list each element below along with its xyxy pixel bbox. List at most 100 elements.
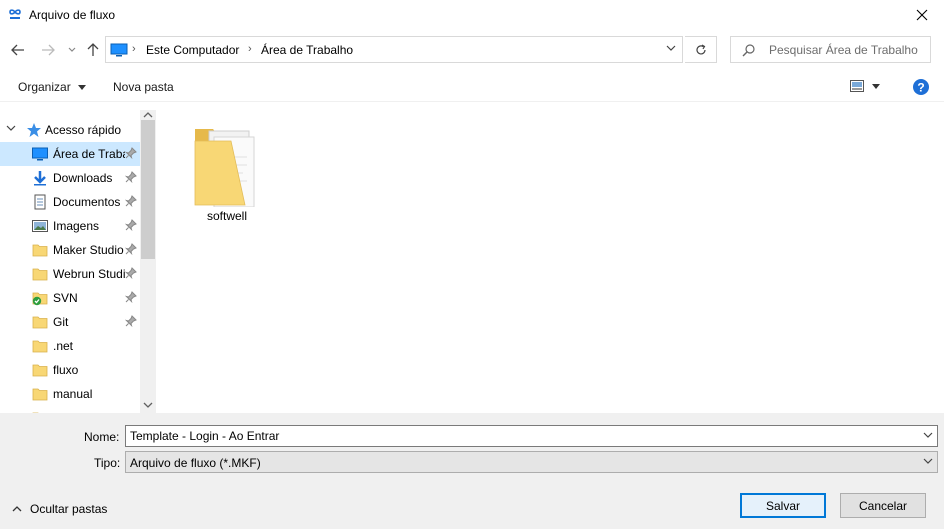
arrow-up-icon bbox=[87, 43, 99, 56]
caret-down-icon bbox=[78, 85, 87, 91]
caret-down-icon bbox=[872, 83, 880, 89]
sidebar-item-webrun-studio[interactable]: Webrun Studio bbox=[0, 262, 140, 286]
forward-button[interactable] bbox=[38, 40, 58, 60]
sidebar-item-pictures[interactable]: Imagens bbox=[0, 214, 140, 238]
title-bar: Arquivo de fluxo bbox=[0, 0, 944, 30]
computer-icon bbox=[110, 43, 128, 57]
view-preview-icon bbox=[850, 80, 864, 92]
folder-icon bbox=[194, 129, 255, 208]
sidebar-item-label: Maker Studio bbox=[53, 243, 124, 257]
new-folder-button[interactable]: Nova pasta bbox=[113, 80, 174, 94]
sidebar-item-dotnet[interactable]: .net bbox=[0, 334, 140, 358]
sidebar-item-label: Git bbox=[53, 315, 69, 329]
hide-folders-label: Ocultar pastas bbox=[30, 502, 108, 516]
folder-icon bbox=[32, 340, 48, 353]
file-name-input[interactable] bbox=[130, 428, 910, 444]
scroll-up-icon[interactable] bbox=[143, 110, 153, 120]
chevron-down-icon bbox=[68, 47, 76, 52]
recent-locations-button[interactable] bbox=[62, 40, 82, 60]
breadcrumb-separator: › bbox=[132, 43, 136, 55]
search-input[interactable] bbox=[769, 41, 929, 59]
name-label: Nome: bbox=[84, 430, 120, 444]
file-name-combobox[interactable] bbox=[125, 425, 938, 447]
sidebar-item-svn[interactable]: SVN bbox=[0, 286, 140, 310]
pin-icon[interactable] bbox=[125, 243, 137, 255]
sidebar-item-git[interactable]: Git bbox=[0, 310, 140, 334]
window-title: Arquivo de fluxo bbox=[29, 8, 116, 22]
sidebar-item-desktop[interactable]: Área de Trabalho bbox=[0, 142, 140, 166]
search-box[interactable] bbox=[730, 36, 931, 63]
folder-icon bbox=[32, 316, 48, 329]
refresh-icon bbox=[695, 43, 706, 54]
breadcrumb-desktop[interactable]: Área de Trabalho bbox=[261, 43, 353, 57]
sidebar-item-manual[interactable]: manual bbox=[0, 382, 140, 406]
sidebar-item-downloads[interactable]: Downloads bbox=[0, 166, 140, 190]
organize-label: Organizar bbox=[18, 80, 71, 94]
maker-app-icon bbox=[9, 9, 21, 19]
sidebar-item-label: Documentos bbox=[53, 195, 121, 209]
chevron-down-icon[interactable] bbox=[6, 124, 16, 132]
documents-icon bbox=[34, 194, 46, 210]
help-icon[interactable]: ? bbox=[912, 78, 930, 96]
pictures-icon bbox=[32, 220, 48, 232]
close-icon bbox=[916, 9, 928, 21]
sidebar-item-label: fluxo bbox=[53, 363, 79, 377]
pin-icon[interactable] bbox=[125, 171, 137, 183]
svg-text:?: ? bbox=[917, 81, 924, 95]
file-list[interactable]: softwell bbox=[157, 103, 944, 413]
breadcrumb-separator: › bbox=[248, 43, 252, 55]
file-item-softwell[interactable]: softwell bbox=[187, 117, 267, 227]
chevron-up-icon bbox=[12, 506, 22, 512]
pin-icon[interactable] bbox=[125, 147, 137, 159]
save-button[interactable]: Salvar bbox=[740, 493, 826, 518]
pin-icon[interactable] bbox=[125, 315, 137, 327]
sidebar-item-label: Imagens bbox=[53, 219, 100, 233]
sidebar-item-label: SVN bbox=[53, 291, 78, 305]
file-name-label: softwell bbox=[206, 209, 247, 223]
sidebar-scrollbar[interactable] bbox=[140, 110, 156, 413]
sidebar-item-label: Downloads bbox=[53, 171, 113, 185]
pin-icon[interactable] bbox=[125, 219, 137, 231]
type-label: Tipo: bbox=[94, 456, 121, 470]
sidebar-item-label: Área de Trabalho bbox=[53, 147, 125, 161]
navigation-pane: Acesso rápido Área de Trabalho Downloads… bbox=[0, 110, 156, 413]
refresh-button[interactable] bbox=[685, 36, 717, 63]
close-button[interactable] bbox=[900, 0, 944, 30]
breadcrumb-this-pc[interactable]: Este Computador bbox=[146, 43, 239, 57]
change-view-button[interactable] bbox=[850, 80, 880, 92]
save-options-panel: Nome: Tipo: Arquivo de fluxo (*.MKF) Ocu… bbox=[0, 413, 944, 529]
search-icon bbox=[742, 44, 755, 57]
cancel-button[interactable]: Cancelar bbox=[840, 493, 926, 518]
organize-menu[interactable]: Organizar bbox=[18, 80, 87, 94]
chevron-down-icon[interactable] bbox=[666, 44, 676, 52]
address-bar[interactable]: › Este Computador › Área de Trabalho bbox=[105, 36, 683, 63]
hide-folders-toggle[interactable]: Ocultar pastas bbox=[12, 502, 107, 516]
sidebar-item-maker-studio[interactable]: Maker Studio bbox=[0, 238, 140, 262]
scrollbar-thumb[interactable] bbox=[141, 120, 155, 259]
pin-icon[interactable] bbox=[125, 267, 137, 279]
sidebar-item-label: manual bbox=[53, 387, 93, 401]
file-type-select[interactable]: Arquivo de fluxo (*.MKF) bbox=[125, 451, 938, 473]
up-button[interactable] bbox=[83, 40, 103, 60]
desktop-icon bbox=[32, 147, 48, 161]
pin-icon[interactable] bbox=[125, 195, 137, 207]
file-type-value: Arquivo de fluxo (*.MKF) bbox=[130, 456, 261, 470]
back-button[interactable] bbox=[8, 40, 28, 60]
download-icon bbox=[34, 171, 46, 186]
scroll-down-icon[interactable] bbox=[143, 400, 153, 410]
sidebar-item-quick-access[interactable]: Acesso rápido bbox=[0, 118, 140, 142]
chevron-down-icon bbox=[923, 458, 933, 464]
folder-icon bbox=[32, 388, 48, 401]
pin-icon[interactable] bbox=[125, 291, 137, 303]
star-icon bbox=[27, 123, 41, 137]
arrow-right-icon bbox=[42, 44, 55, 56]
chevron-down-icon[interactable] bbox=[923, 431, 933, 439]
sidebar-item-partial[interactable] bbox=[0, 406, 140, 413]
sidebar-item-documents[interactable]: Documentos bbox=[0, 190, 140, 214]
folder-icon bbox=[32, 364, 48, 377]
sidebar-item-label: Webrun Studio bbox=[53, 267, 125, 281]
svn-folder-icon bbox=[32, 292, 48, 306]
sidebar-item-label: .net bbox=[53, 339, 74, 353]
sidebar-item-fluxo[interactable]: fluxo bbox=[0, 358, 140, 382]
folder-icon bbox=[32, 268, 48, 281]
